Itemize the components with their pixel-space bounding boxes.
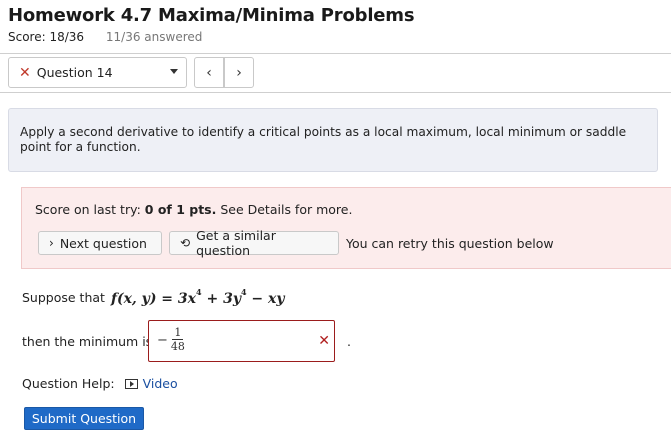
refresh-icon: ⟲ (180, 236, 191, 250)
divider (0, 92, 671, 93)
chevron-left-icon: ‹ (206, 64, 212, 81)
score-text: Score: 18/36 (8, 30, 85, 44)
similar-question-button[interactable]: ⟲ Get a similar question (169, 228, 339, 258)
question-select[interactable]: ✕ Question 14 (8, 57, 187, 88)
feedback-suffix: See Details for more. (216, 202, 353, 217)
retry-text: You can retry this question below (346, 236, 554, 251)
feedback-score-text: Score on last try: 0 of 1 pts. See Detai… (35, 202, 352, 217)
answer-denominator: 48 (170, 340, 185, 353)
feedback-score: 0 of 1 pts. (144, 202, 217, 217)
answer-sign: − (157, 332, 168, 348)
minimum-label: then the minimum is (22, 334, 153, 349)
chevron-down-icon (170, 69, 178, 74)
divider (0, 53, 671, 54)
score-line: Score: 18/36 11/36 answered (8, 30, 202, 44)
answered-count: 11/36 answered (105, 30, 203, 44)
question-select-label: Question 14 (36, 65, 113, 80)
answer-input[interactable]: − 1 48 ✕ (148, 320, 335, 362)
video-label: Video (142, 376, 178, 391)
chevron-right-icon: › (49, 236, 54, 250)
previous-question-button[interactable]: ‹ (194, 57, 224, 88)
feedback-panel: Score on last try: 0 of 1 pts. See Detai… (21, 187, 671, 269)
function-lhs: f(x, y) = 3x (110, 291, 197, 307)
sentence-period: . (347, 334, 351, 349)
video-link[interactable]: Video (124, 376, 178, 391)
x-icon: ✕ (19, 64, 31, 81)
answer-numerator: 1 (172, 326, 184, 340)
function-term: + 3y (201, 291, 241, 307)
answer-fraction: 1 48 (170, 326, 185, 354)
feedback-prefix: Score on last try: (35, 202, 145, 217)
incorrect-icon: ✕ (318, 333, 330, 349)
video-icon (124, 378, 138, 389)
next-question-label: Next question (59, 235, 147, 251)
next-question-nav-button[interactable]: › (224, 57, 254, 88)
next-question-button[interactable]: › Next question (38, 231, 162, 255)
submit-question-button[interactable]: Submit Question (24, 407, 144, 430)
question-description: Apply a second derivative to identify a … (8, 108, 658, 172)
function-term: − xy (246, 291, 285, 307)
chevron-right-icon: › (236, 64, 242, 81)
help-label: Question Help: (22, 376, 115, 391)
problem-statement: Suppose that f(x, y) = 3x4 + 3y4 − xy (22, 287, 285, 307)
suppose-label: Suppose that (22, 289, 105, 305)
similar-question-label: Get a similar question (196, 228, 276, 258)
question-help: Question Help: Video (22, 376, 178, 391)
function-expression: f(x, y) = 3x4 + 3y4 − xy (111, 287, 285, 307)
answer-value: − 1 48 (157, 326, 185, 354)
page-title: Homework 4.7 Maxima/Minima Problems (8, 5, 415, 26)
